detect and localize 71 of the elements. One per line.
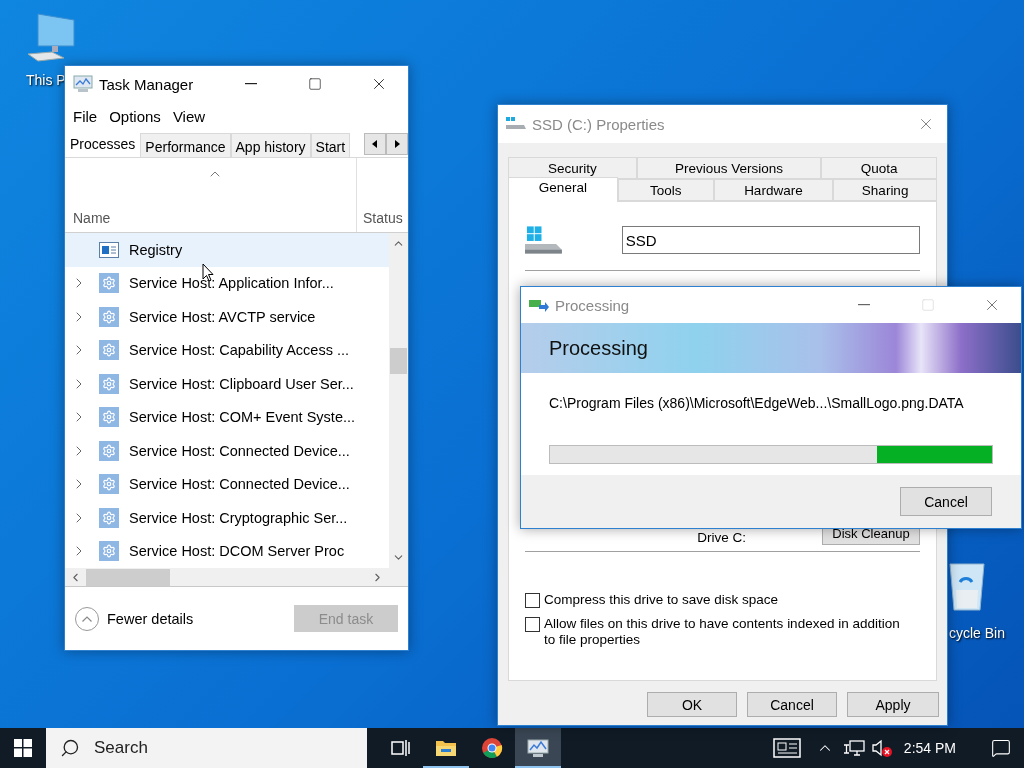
task-view-icon	[390, 739, 410, 757]
tab[interactable]: Performance	[140, 133, 231, 157]
right-triangle-icon	[394, 139, 400, 148]
search-field[interactable]: Search	[46, 728, 367, 768]
gear-icon	[99, 440, 119, 461]
window-title: Task Manager	[99, 75, 195, 93]
menu-item[interactable]: File	[67, 107, 104, 125]
menu-item[interactable]: Options	[103, 107, 167, 125]
gear-icon	[99, 306, 119, 327]
name-field[interactable]: SSD	[621, 226, 920, 254]
minimize-icon	[858, 304, 870, 306]
folder-icon	[435, 739, 457, 757]
tab[interactable]: Start	[310, 133, 351, 157]
scroll-left-button[interactable]	[364, 132, 386, 155]
recycle-bin-icon[interactable]	[948, 560, 986, 612]
drive-icon	[525, 224, 564, 256]
fewer-details-button[interactable]: Fewer details	[75, 606, 194, 631]
tab[interactable]: General	[508, 177, 618, 202]
vertical-scrollbar[interactable]	[389, 233, 408, 568]
file-path: C:\Program Files (x86)\Microsoft\EdgeWeb...\SmallLogo.png.DATA	[549, 395, 965, 411]
browser-icon	[481, 737, 503, 759]
scrollbar-thumb[interactable]	[86, 568, 170, 586]
window-title: SSD (C:) Properties	[532, 115, 666, 133]
scroll-right-button[interactable]	[386, 132, 408, 155]
window-icon	[99, 241, 119, 258]
left-triangle-icon	[372, 139, 378, 148]
taskbar-app-button[interactable]	[515, 728, 561, 768]
maximize-icon	[308, 77, 322, 91]
checkbox-label: Allow files on this drive to have contents indexed in addition to file properties	[544, 616, 901, 648]
maximize-icon	[921, 298, 935, 312]
drive-icon	[506, 117, 526, 131]
tab[interactable]: App history	[230, 133, 311, 157]
clock[interactable]: 2:54 PM	[895, 740, 978, 756]
menu-item[interactable]: View	[166, 107, 212, 125]
minimize-icon	[245, 83, 257, 85]
checkbox[interactable]	[525, 617, 540, 632]
gear-icon	[99, 474, 119, 495]
monitor-chart-icon	[73, 75, 93, 93]
gear-icon	[99, 541, 119, 562]
column-header[interactable]: Name	[73, 210, 356, 226]
tab[interactable]: Hardware	[713, 179, 834, 201]
window-title: Processing	[555, 296, 631, 314]
gear-icon	[99, 340, 119, 361]
dialog-button[interactable]: Apply	[847, 692, 939, 717]
header-banner: Processing	[521, 323, 1021, 373]
cancel-button[interactable]: Cancel	[900, 487, 992, 516]
speech-bubble-icon	[991, 738, 1011, 758]
column-header[interactable]: Status	[363, 210, 403, 226]
gear-icon	[99, 507, 119, 528]
tab[interactable]: Tools	[617, 179, 714, 201]
tab[interactable]: Quota	[821, 157, 937, 179]
gear-icon	[99, 273, 119, 294]
checkbox-label: Compress this drive to save disk space	[544, 592, 780, 608]
transfer-icon	[529, 298, 549, 312]
checkbox[interactable]	[525, 593, 540, 608]
horizontal-scrollbar[interactable]	[65, 568, 408, 587]
dialog-button[interactable]: OK	[647, 692, 737, 717]
caret-icon	[82, 615, 92, 622]
windows-logo-icon	[14, 739, 32, 757]
process-row[interactable]: Registry	[65, 233, 389, 267]
search-icon	[60, 738, 80, 758]
drive-label: Drive C:	[697, 530, 746, 545]
tab[interactable]: Sharing	[833, 179, 937, 201]
scrollbar-thumb[interactable]	[390, 348, 407, 374]
gear-icon	[99, 373, 119, 394]
tab[interactable]: Security	[508, 157, 637, 179]
tab[interactable]: Previous Versions	[636, 157, 822, 179]
gear-icon	[99, 407, 119, 428]
monitor-chart-icon	[527, 738, 549, 758]
dialog-button[interactable]: Cancel	[747, 692, 837, 717]
icon-label: cycle Bin	[949, 625, 1006, 641]
